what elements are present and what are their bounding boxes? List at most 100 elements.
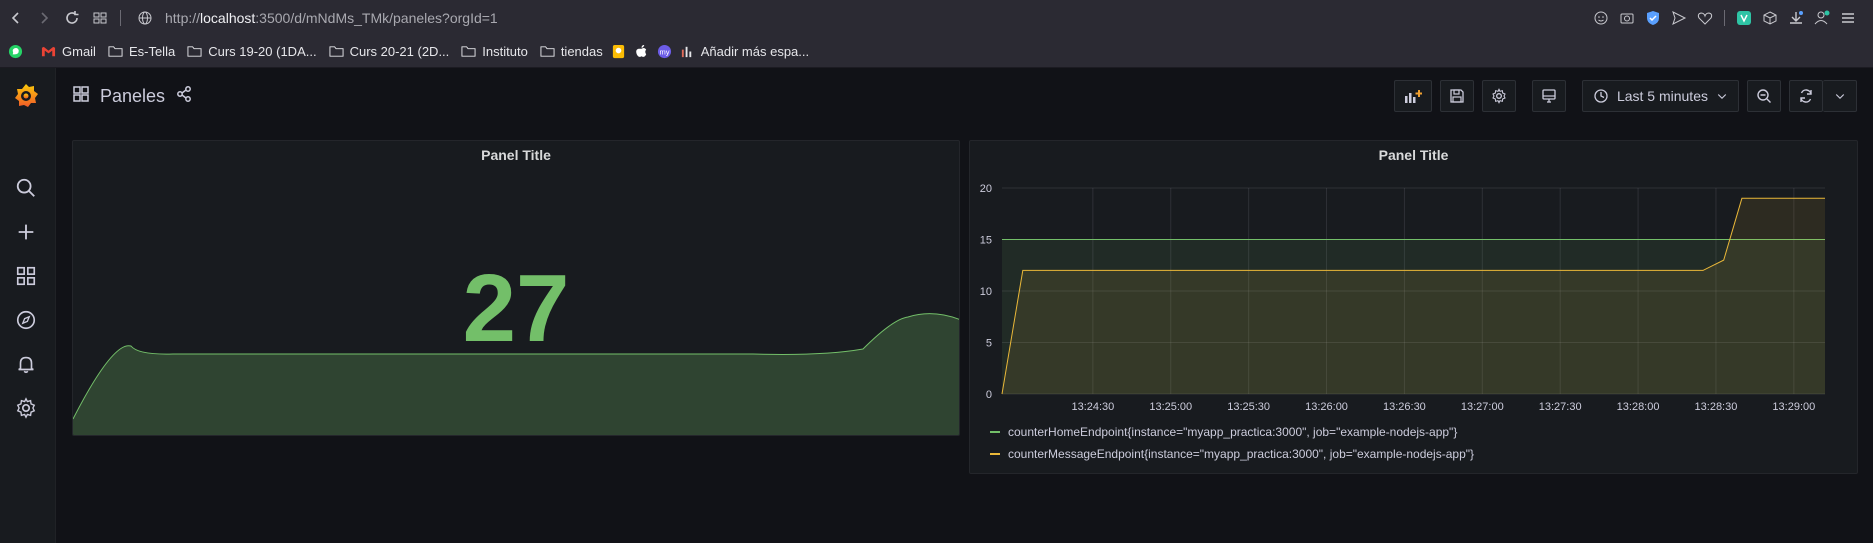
time-series-chart: 0 5 10 15 20 13:24:30 13:25:00 13:25:30 13:26:00… <box>980 183 1825 413</box>
dashboard-navbar: Paneles Last 5 minutes <box>56 68 1873 124</box>
legend-item-0[interactable]: counterHomeEndpoint{instance="myapp_prac… <box>990 425 1457 439</box>
x-tick-label: 13:28:30 <box>1695 401 1738 413</box>
menu-icon[interactable] <box>1839 9 1857 27</box>
monitor-icon <box>1542 89 1556 103</box>
bookmark-keep[interactable] <box>611 44 626 59</box>
dashboard-settings-button[interactable] <box>1481 80 1516 112</box>
legend-swatch <box>990 453 1000 455</box>
shield-icon[interactable] <box>1644 9 1662 27</box>
bell-icon[interactable] <box>14 352 38 376</box>
refresh-button[interactable] <box>1789 80 1823 112</box>
dashboards-icon[interactable] <box>14 264 38 288</box>
bookmark-es-tella[interactable]: Es-Tella <box>108 44 175 59</box>
bookmark-more[interactable]: Añadir más espa... <box>680 44 809 59</box>
dashboard-toolbar: Last 5 minutes <box>1393 80 1857 112</box>
x-tick-label: 13:24:30 <box>1071 401 1114 413</box>
x-tick-label: 13:29:00 <box>1772 401 1815 413</box>
gmail-icon <box>41 46 56 57</box>
x-tick-label: 13:26:00 <box>1305 401 1348 413</box>
y-tick-label: 5 <box>986 338 992 350</box>
time-range-label: Last 5 minutes <box>1616 88 1708 104</box>
add-panel-icon <box>1404 90 1422 103</box>
series-area-1 <box>1002 198 1825 394</box>
bookmark-label: Es-Tella <box>128 44 176 59</box>
x-tick-label: 13:27:00 <box>1461 401 1504 413</box>
globe-icon <box>133 6 157 30</box>
bookmark-whatsapp[interactable] <box>8 44 29 59</box>
bookmark-gmail[interactable]: Gmail <box>41 44 96 59</box>
folder-icon <box>187 46 202 57</box>
y-tick-label: 20 <box>980 183 992 195</box>
tabs-grid-icon[interactable] <box>88 6 112 30</box>
legend-item-1[interactable]: counterMessageEndpoint{instance="myapp_p… <box>990 447 1474 461</box>
send-icon[interactable] <box>1670 9 1688 27</box>
page-title[interactable]: Paneles <box>100 86 165 107</box>
url-prefix: http:// <box>165 10 201 26</box>
back-icon[interactable] <box>4 6 28 30</box>
bookmark-label: Gmail <box>62 44 96 59</box>
keep-icon <box>612 44 624 59</box>
separator <box>1724 10 1725 26</box>
bookmark-label: Instituto <box>482 44 528 59</box>
camera-icon[interactable] <box>1618 9 1636 27</box>
browser-toolbar: http://localhost:3500/d/mNdMs_TMk/panele… <box>0 0 1873 36</box>
zoom-out-button[interactable] <box>1747 80 1781 112</box>
sync-icon <box>1800 89 1812 103</box>
forward-icon[interactable] <box>32 6 56 30</box>
bookmark-instituto[interactable]: Instituto <box>461 44 528 59</box>
dashboards-icon <box>72 85 90 108</box>
explore-icon[interactable] <box>14 308 38 332</box>
separator <box>120 10 121 26</box>
time-picker-button[interactable]: Last 5 minutes <box>1581 80 1739 112</box>
x-tick-label: 13:26:30 <box>1383 401 1426 413</box>
bookmarks-bar: Gmail Es-Tella Curs 19-20 (1DA... Curs 2… <box>0 36 1873 68</box>
tv-mode-button[interactable] <box>1531 80 1566 112</box>
refresh-interval-button[interactable] <box>1823 80 1857 112</box>
vpn-icon[interactable] <box>1735 9 1753 27</box>
legend-swatch <box>990 431 1000 433</box>
download-icon[interactable] <box>1787 9 1805 27</box>
my-icon: my <box>657 44 671 59</box>
share-icon[interactable] <box>175 85 193 108</box>
x-tick-label: 13:25:00 <box>1149 401 1192 413</box>
y-tick-label: 15 <box>980 235 992 247</box>
legend-label: counterHomeEndpoint{instance="myapp_prac… <box>1008 425 1458 439</box>
folder-icon <box>461 46 476 57</box>
x-tick-label: 13:27:30 <box>1539 401 1582 413</box>
zoom-out-icon <box>1757 89 1771 103</box>
reload-icon[interactable] <box>60 6 84 30</box>
grafana-logo-icon[interactable] <box>12 82 40 110</box>
save-dashboard-button[interactable] <box>1439 80 1474 112</box>
address-bar[interactable]: http://localhost:3500/d/mNdMs_TMk/panele… <box>165 10 498 26</box>
gear-icon[interactable] <box>14 396 38 420</box>
x-tick-label: 13:28:00 <box>1617 401 1660 413</box>
save-icon <box>1450 89 1464 103</box>
cube-icon[interactable] <box>1761 9 1779 27</box>
legend-label: counterMessageEndpoint{instance="myapp_p… <box>1008 447 1475 461</box>
url-host: localhost <box>200 10 256 26</box>
bars-icon <box>681 46 691 58</box>
whatsapp-icon <box>8 44 23 59</box>
side-menu <box>0 68 56 543</box>
profile-icon[interactable] <box>1813 9 1831 27</box>
graph-panel[interactable]: Panel Title 0 5 10 15 20 13:24:30 13:25:00 13:2… <box>969 140 1858 474</box>
chevron-down-icon <box>1717 94 1727 100</box>
stat-panel[interactable]: Panel Title 27 <box>72 140 960 436</box>
bookmark-tiendas[interactable]: tiendas <box>540 44 603 59</box>
bookmark-curs-20-21[interactable]: Curs 20-21 (2D... <box>329 44 449 59</box>
folder-icon <box>329 46 344 57</box>
heart-icon[interactable] <box>1696 9 1714 27</box>
plus-icon[interactable] <box>14 220 38 244</box>
bookmark-label: Añadir más espa... <box>700 44 810 59</box>
breadcrumb: Paneles <box>72 85 193 108</box>
bookmark-apple[interactable] <box>634 44 649 59</box>
folder-icon <box>540 46 555 57</box>
stat-value: 27 <box>462 255 570 362</box>
apple-icon <box>635 44 646 57</box>
add-panel-button[interactable] <box>1393 80 1432 112</box>
y-tick-label: 10 <box>980 286 992 298</box>
bookmark-my[interactable]: my <box>657 44 672 59</box>
bookmark-curs-19-20[interactable]: Curs 19-20 (1DA... <box>187 44 317 59</box>
search-icon[interactable] <box>14 176 38 200</box>
emoji-icon[interactable] <box>1592 9 1610 27</box>
